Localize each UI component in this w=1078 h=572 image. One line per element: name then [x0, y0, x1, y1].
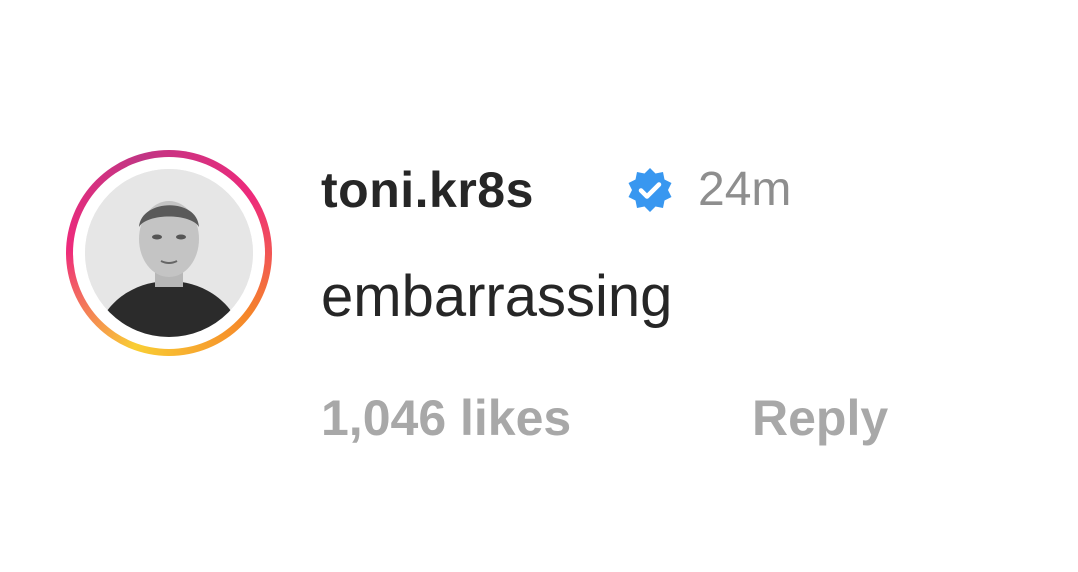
story-ring[interactable] [66, 150, 272, 356]
avatar[interactable] [85, 169, 253, 337]
comment-likes-count[interactable]: 1,046 likes [321, 386, 571, 450]
comment-text: embarrassing [321, 264, 673, 329]
avatar-portrait [85, 169, 253, 337]
comment-timestamp: 24m [698, 163, 792, 216]
reply-button[interactable]: Reply [752, 386, 888, 450]
comment-username[interactable]: toni.kr8s [321, 160, 534, 220]
avatar-gap [73, 157, 265, 349]
verified-badge-icon [628, 168, 672, 212]
comment: toni.kr8s 24m embarrassing 1,046 likes R… [0, 0, 1078, 572]
